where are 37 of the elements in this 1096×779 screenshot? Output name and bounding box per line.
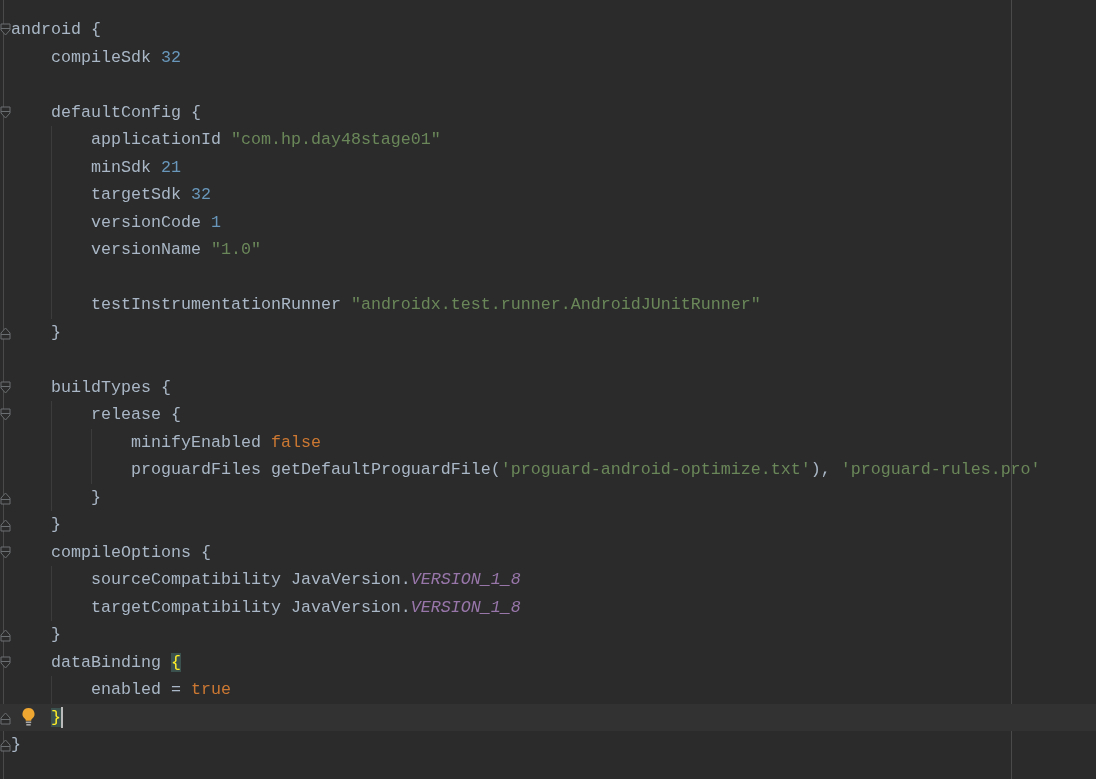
fold-icon[interactable] <box>0 105 11 120</box>
code-line: dataBinding { <box>51 651 181 674</box>
code-line: sourceCompatibility JavaVersion.VERSION_1_8 <box>91 569 521 591</box>
code-line: proguardFiles getDefaultProguardFile('proguard-android-optimize.txt'), 'proguard-rules.pro' <box>131 459 1041 481</box>
code-line: versionCode 1 <box>91 211 221 234</box>
fold-icon[interactable] <box>0 490 11 505</box>
code-line: testInstrumentationRunner "androidx.test.runner.AndroidJUnitRunner" <box>91 294 761 316</box>
fold-icon[interactable] <box>0 23 11 37</box>
code-line: } <box>51 321 61 344</box>
code-line: minSdk 21 <box>91 156 181 179</box>
fold-icon[interactable] <box>0 738 11 752</box>
code-line: } <box>91 486 101 509</box>
fold-icon[interactable] <box>0 518 11 532</box>
code-line: } <box>51 624 61 646</box>
text-cursor <box>61 706 63 728</box>
code-line: } <box>51 514 61 536</box>
code-line: versionName "1.0" <box>91 239 261 261</box>
code-line: compileSdk 32 <box>51 46 181 69</box>
fold-icon[interactable] <box>0 380 11 395</box>
fold-icon[interactable] <box>0 628 11 642</box>
code-line: targetSdk 32 <box>91 184 211 206</box>
code-line: } <box>11 734 21 756</box>
fold-icon[interactable] <box>0 408 11 422</box>
code-line: applicationId "com.hp.day48stage01" <box>91 129 441 151</box>
code-line: compileOptions { <box>51 541 211 564</box>
fold-icon[interactable] <box>0 655 11 670</box>
code-line: release { <box>91 404 181 426</box>
code-line: minifyEnabled false <box>131 431 321 454</box>
fold-icon[interactable] <box>0 325 11 340</box>
fold-icon[interactable] <box>0 710 11 725</box>
code-line: android { <box>11 19 101 41</box>
code-line: defaultConfig { <box>51 101 201 124</box>
code-line: enabled = true <box>91 679 231 701</box>
fold-icon[interactable] <box>0 545 11 560</box>
lightbulb-icon[interactable] <box>21 706 36 727</box>
code-line: buildTypes { <box>51 376 171 399</box>
code-line: targetCompatibility JavaVersion.VERSION_1_8 <box>91 596 521 619</box>
